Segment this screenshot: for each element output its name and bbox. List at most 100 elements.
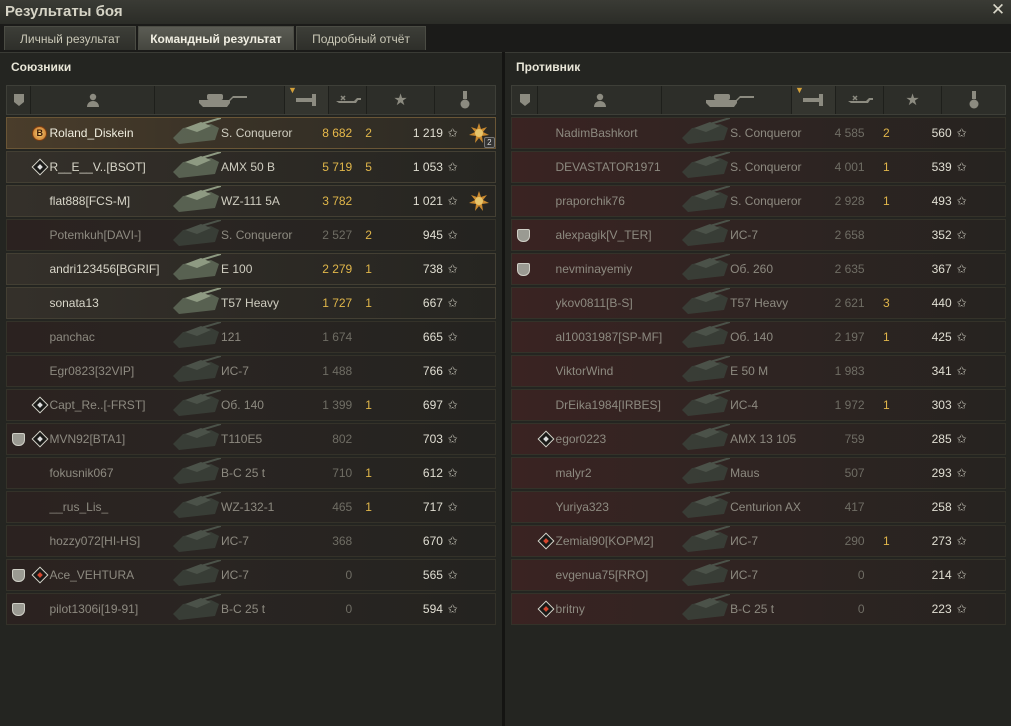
damage-value: 0	[857, 602, 865, 616]
table-row[interactable]: Zemial90[KOPM2] ИС-7 290 1 273 ✩	[511, 525, 1006, 557]
xp-value: 214	[931, 568, 952, 582]
star-icon: ✩	[447, 160, 458, 174]
table-row[interactable]: egor0223 AMX 13 105 759 285 ✩	[511, 423, 1006, 455]
player-name: sonata13	[49, 296, 99, 310]
damage-column-icon[interactable]: ▼	[285, 85, 329, 114]
damage-value: 1 674	[322, 330, 353, 344]
star-icon: ✩	[447, 126, 458, 140]
player-name: Egr0823[32VIP]	[49, 364, 135, 378]
table-row[interactable]: fokusnik067 B-C 25 t 710 1 612 ✩	[6, 457, 496, 489]
kills-column-icon[interactable]	[329, 86, 367, 114]
medal-icon[interactable]	[468, 191, 489, 211]
player-name: ViktorWind	[555, 364, 614, 378]
star-icon: ✩	[956, 160, 967, 174]
tank-name: S. Conqueror	[221, 228, 293, 242]
star-icon: ✩	[956, 534, 967, 548]
player-name: flat888[FCS-M]	[49, 194, 131, 208]
table-row[interactable]: hozzy072[HI-HS] ИС-7 368 670 ✩	[6, 525, 496, 557]
table-row[interactable]: britny B-C 25 t 0 223 ✩	[511, 593, 1006, 625]
tank-name: B-C 25 t	[221, 466, 266, 480]
table-row[interactable]: panchac 121 1 674 665 ✩	[6, 321, 496, 353]
damage-value: 2 279	[322, 262, 353, 276]
close-icon[interactable]: ✕	[989, 1, 1007, 19]
squad-icon	[12, 568, 26, 582]
player-column-icon[interactable]	[538, 86, 662, 114]
xp-value: 539	[931, 160, 952, 174]
tab-detailed-report[interactable]: Подробный отчёт	[296, 26, 426, 50]
allies-panel: Союзники ▼ ★ B Roland_Diskein S. Conqueror…	[0, 52, 502, 726]
table-row[interactable]: __rus_Lis_ WZ-132-1 465 1 717 ✩	[6, 491, 496, 523]
table-row[interactable]: Potemkuh[DAVI-] S. Conqueror 2 527 2 945 ✩	[6, 219, 496, 251]
damage-value: 5 719	[322, 160, 353, 174]
xp-value: 697	[422, 398, 443, 412]
player-name: R__E__V..[BSOT]	[49, 160, 146, 174]
kills-value: 2	[365, 126, 372, 140]
player-column-icon[interactable]	[31, 86, 155, 114]
damage-value: 0	[345, 602, 353, 616]
damage-value: 710	[332, 466, 353, 480]
xp-value: 738	[422, 262, 443, 276]
xp-column-icon[interactable]: ★	[884, 86, 942, 114]
star-icon: ✩	[956, 194, 967, 208]
table-row[interactable]: R__E__V..[BSOT] AMX 50 B 5 719 5 1 053 ✩	[6, 151, 496, 183]
tank-name: T110E5	[221, 432, 263, 446]
medal-column-icon[interactable]	[435, 86, 495, 114]
star-icon: ✩	[956, 398, 967, 412]
table-row[interactable]: evgenua75[RRO] ИС-7 0 214 ✩	[511, 559, 1006, 591]
tank-column-icon[interactable]	[155, 86, 285, 114]
kills-value: 1	[883, 160, 890, 174]
table-row[interactable]: ViktorWind E 50 M 1 983 341 ✩	[511, 355, 1006, 387]
xp-value: 303	[931, 398, 952, 412]
damage-column-icon[interactable]: ▼	[792, 85, 836, 114]
table-row[interactable]: al10031987[SP-MF] Об. 140 2 197 1 425 ✩	[511, 321, 1006, 353]
player-name: pilot1306i[19-91]	[49, 602, 139, 616]
xp-column-icon[interactable]: ★	[367, 86, 435, 114]
kills-value: 2	[365, 228, 372, 242]
table-row[interactable]: Egr0823[32VIP] ИС-7 1 488 766 ✩	[6, 355, 496, 387]
table-row[interactable]: flat888[FCS-M] WZ-111 5A 3 782 1 021 ✩	[6, 185, 496, 217]
table-row[interactable]: DEVASTATOR1971 S. Conqueror 4 001 1 539 ✩	[511, 151, 1006, 183]
tank-image	[680, 321, 731, 352]
tab-team-result[interactable]: Командный результат	[138, 26, 294, 50]
tab-personal-result[interactable]: Личный результат	[4, 26, 136, 50]
enemies-list: NadimBashkort S. Conqueror 4 585 2 560 ✩ DEVAS…	[511, 117, 1006, 627]
tank-image	[680, 287, 731, 318]
squad-column-icon[interactable]	[7, 86, 31, 114]
tank-image	[171, 423, 222, 454]
table-row[interactable]: ykov0811[B-S] T57 Heavy 2 621 3 440 ✩	[511, 287, 1006, 319]
table-row[interactable]: alexpagik[V_TER] ИС-7 2 658 352 ✩	[511, 219, 1006, 251]
player-name: Potemkuh[DAVI-]	[49, 228, 142, 242]
squad-cell	[512, 228, 536, 242]
squad-column-icon[interactable]	[512, 86, 538, 114]
table-row[interactable]: Capt_Re..[-FRST] Об. 140 1 399 1 697 ✩	[6, 389, 496, 421]
table-row[interactable]: NadimBashkort S. Conqueror 4 585 2 560 ✩	[511, 117, 1006, 149]
tank-name: S. Conqueror	[730, 126, 802, 140]
table-row[interactable]: andri123456[BGRIF] E 100 2 279 1 738 ✩	[6, 253, 496, 285]
xp-value: 670	[422, 534, 443, 548]
player-name: Ace_VEHTURA	[49, 568, 135, 582]
xp-value: 717	[422, 500, 443, 514]
table-row[interactable]: Yuriya323 Centurion AX 417 258 ✩	[511, 491, 1006, 523]
kills-value: 2	[883, 126, 890, 140]
kills-column-icon[interactable]	[836, 86, 884, 114]
player-marker-cell: B	[30, 125, 49, 141]
tank-column-icon[interactable]	[662, 86, 792, 114]
tank-image	[680, 423, 731, 454]
tank-image	[171, 321, 222, 352]
table-row[interactable]: MVN92[BTA1] T110E5 802 703 ✩	[6, 423, 496, 455]
medal-icon[interactable]: 2	[468, 123, 495, 148]
table-row[interactable]: malyr2 Maus 507 293 ✩	[511, 457, 1006, 489]
table-row[interactable]: Ace_VEHTURA ИС-7 0 565 ✩	[6, 559, 496, 591]
damage-value: 2 621	[834, 296, 865, 310]
table-row[interactable]: DrEika1984[IRBES] ИС-4 1 972 1 303 ✩	[511, 389, 1006, 421]
table-row[interactable]: pilot1306i[19-91] B-C 25 t 0 594 ✩	[6, 593, 496, 625]
table-row[interactable]: sonata13 T57 Heavy 1 727 1 667 ✩	[6, 287, 496, 319]
squad-icon	[12, 432, 26, 446]
player-name: praporchik76	[555, 194, 625, 208]
player-name: malyr2	[555, 466, 592, 480]
table-row[interactable]: B Roland_Diskein S. Conqueror 8 682 2 1 219 ✩ 2	[6, 117, 496, 149]
xp-value: 223	[931, 602, 952, 616]
table-row[interactable]: nevminayemiy Об. 260 2 635 367 ✩	[511, 253, 1006, 285]
medal-column-icon[interactable]	[942, 86, 1005, 114]
table-row[interactable]: praporchik76 S. Conqueror 2 928 1 493 ✩	[511, 185, 1006, 217]
